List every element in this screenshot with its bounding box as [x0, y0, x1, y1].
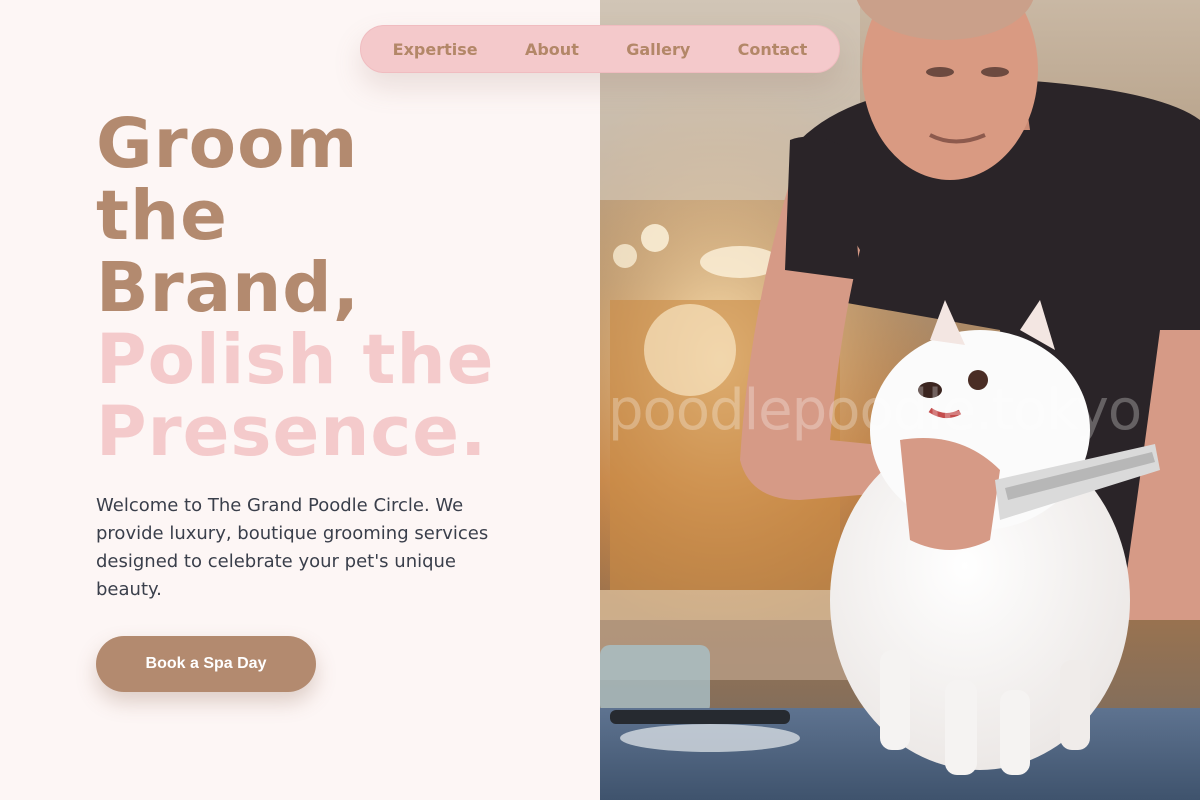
headline-line-4: Polish the: [96, 320, 495, 400]
headline-line-3: Brand,: [96, 248, 360, 328]
headline-line-2: the: [96, 176, 228, 256]
nav-link-about[interactable]: About: [517, 36, 587, 63]
nav-link-expertise[interactable]: Expertise: [385, 36, 486, 63]
headline-line-1: Groom: [96, 104, 359, 184]
watermark-text: poodlepoodle.tokyo: [608, 378, 1142, 443]
headline-line-5: Presence.: [96, 392, 488, 472]
nav-link-gallery[interactable]: Gallery: [618, 36, 698, 63]
book-spa-day-button[interactable]: Book a Spa Day: [96, 636, 316, 692]
top-nav: Expertise About Gallery Contact: [360, 25, 840, 73]
nav-link-contact[interactable]: Contact: [730, 36, 816, 63]
hero-intro-text: Welcome to The Grand Poodle Circle. We p…: [96, 495, 489, 600]
hero-headline: Groom the Brand, Polish the Presence.: [96, 108, 494, 468]
